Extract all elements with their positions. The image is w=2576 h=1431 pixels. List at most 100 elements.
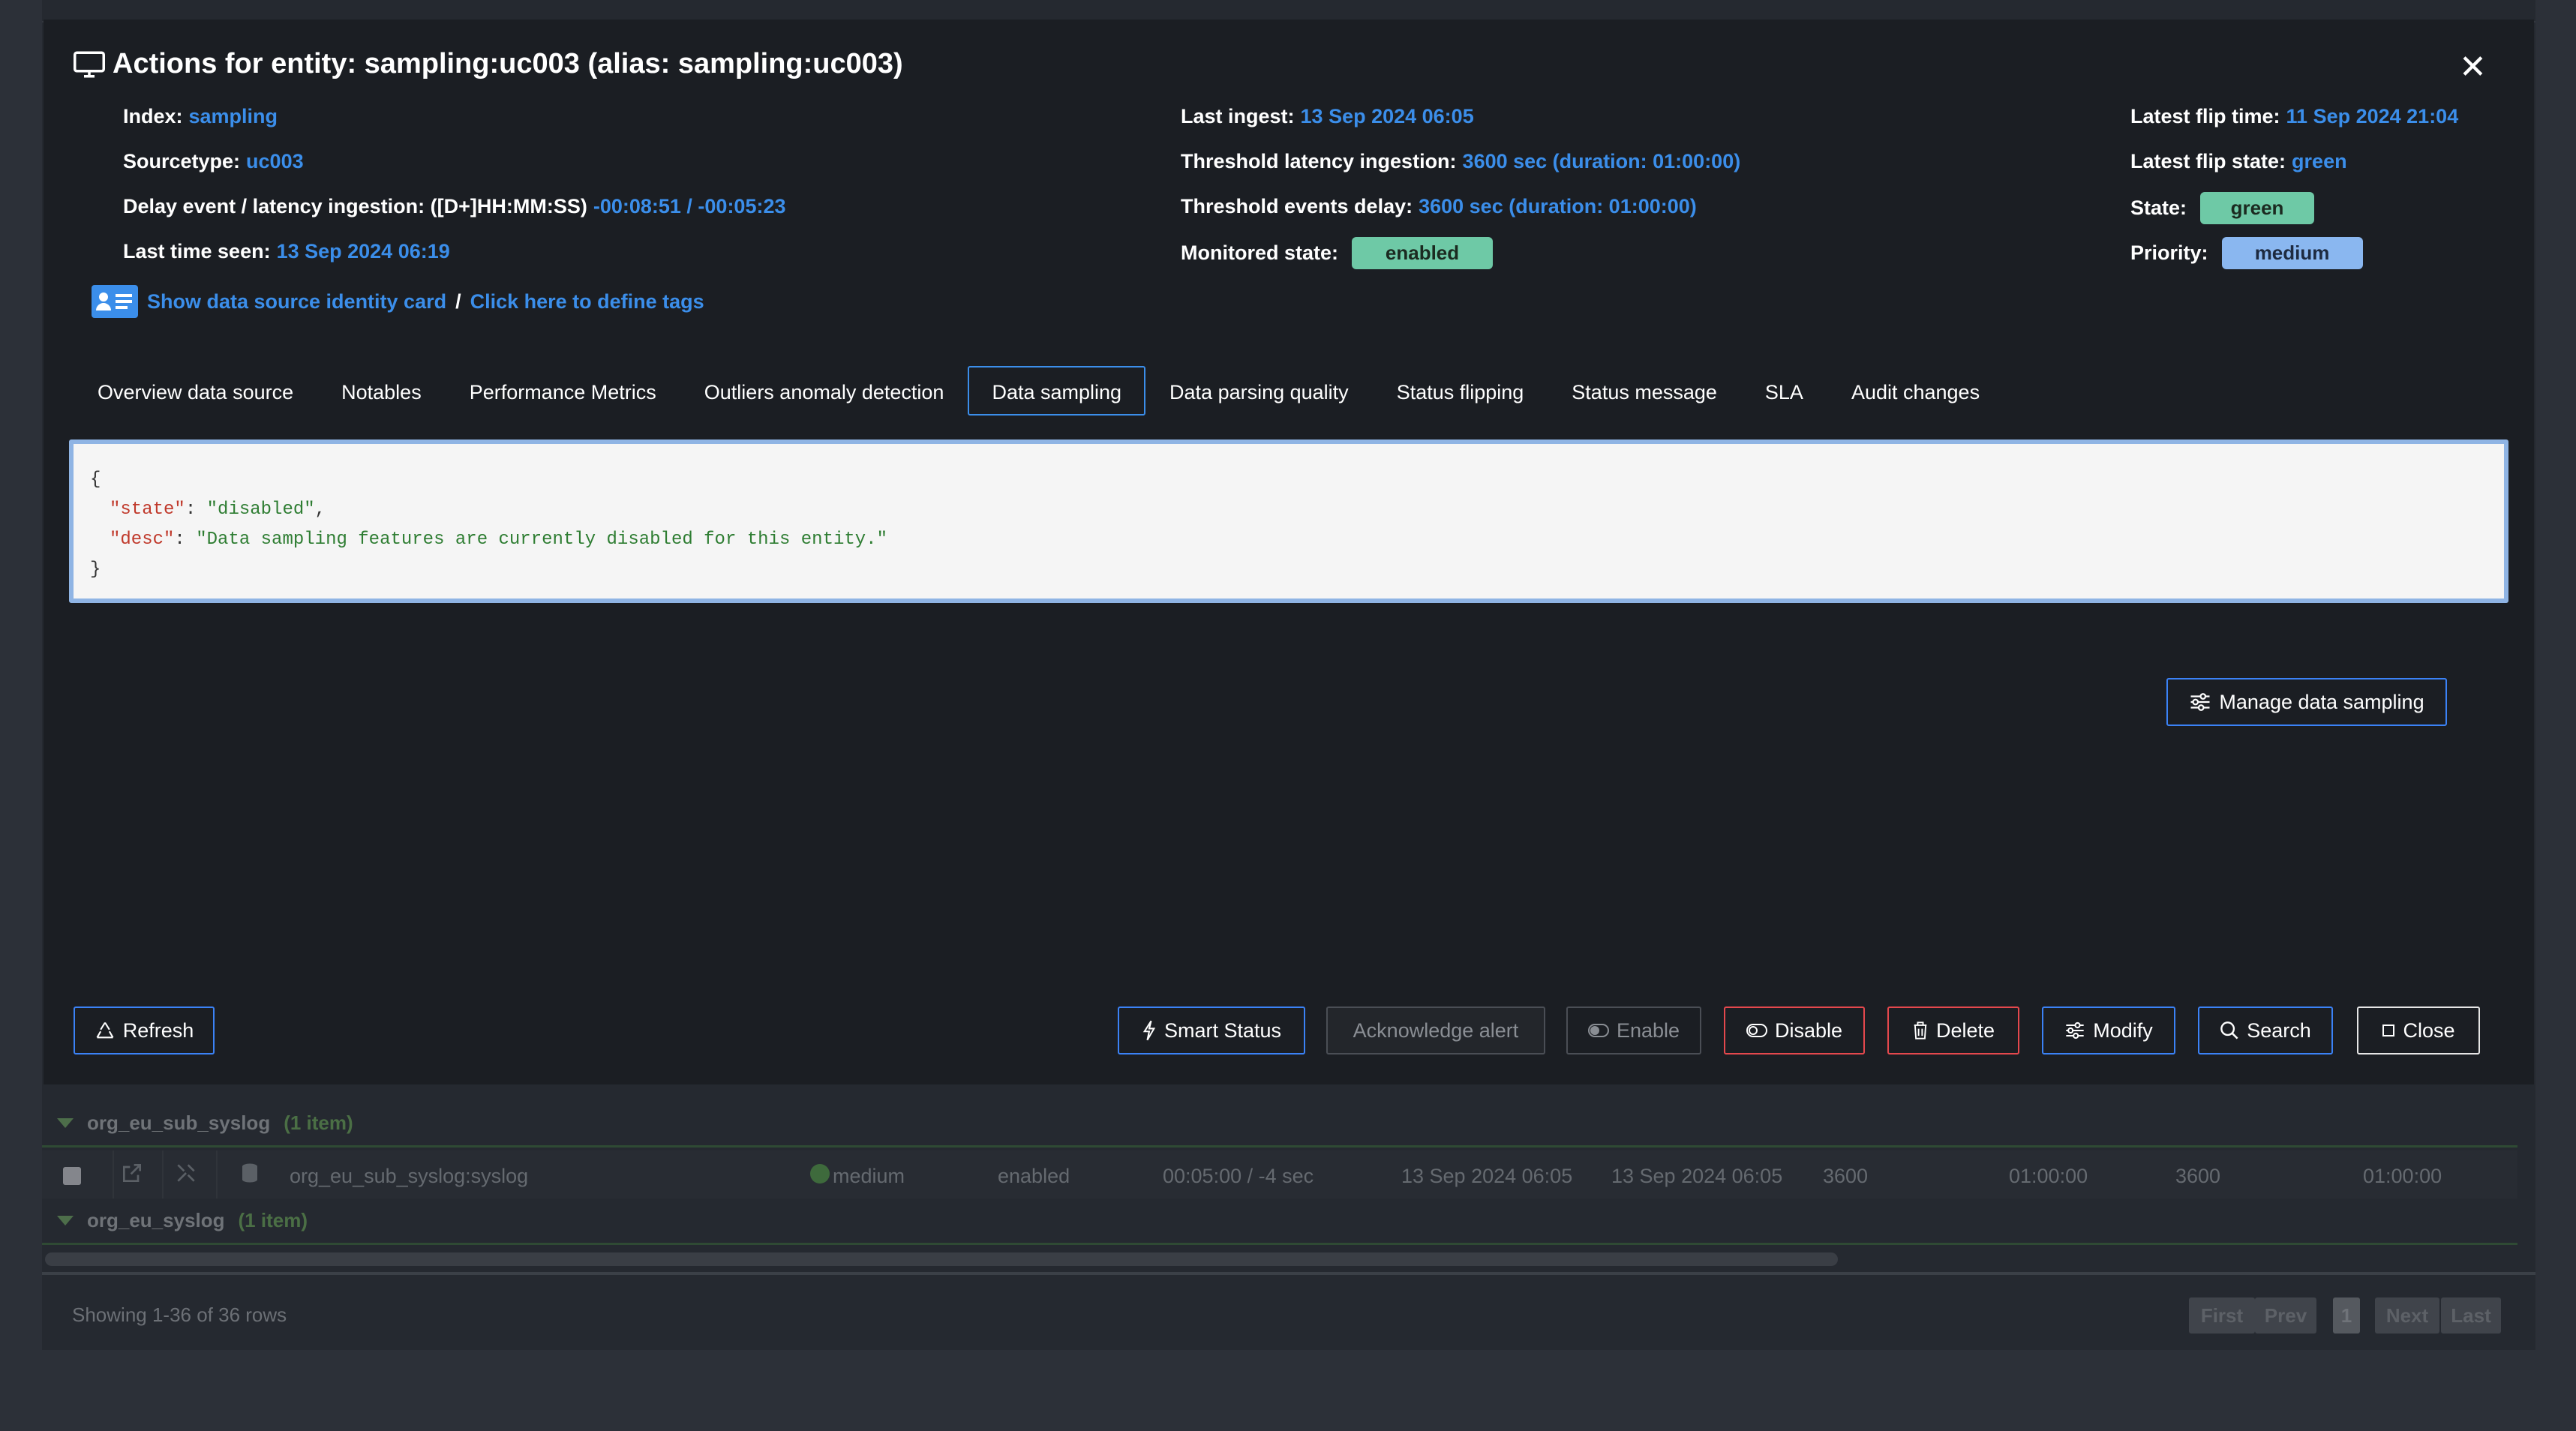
define-tags-link[interactable]: Click here to define tags [470, 290, 704, 314]
info-index: Index: sampling [123, 105, 278, 128]
info-label: Threshold events delay: [1181, 195, 1413, 218]
json-open-brace: { [90, 470, 101, 490]
pager-last[interactable]: Last [2441, 1298, 2501, 1334]
tab-outliers-anomaly-detection[interactable]: Outliers anomaly detection [680, 366, 968, 416]
column-divider [113, 1150, 114, 1198]
pager-prev[interactable]: Prev [2255, 1298, 2316, 1334]
row-duration: 01:00:00 [2363, 1165, 2442, 1187]
square-icon [2382, 1024, 2395, 1036]
sourcetype-value: uc003 [246, 150, 304, 172]
tab-performance-metrics[interactable]: Performance Metrics [446, 366, 680, 416]
info-label: State: [2130, 196, 2187, 219]
row-delay: 00:05:00 / -4 sec [1163, 1165, 1314, 1187]
modal-title: Actions for entity: sampling:uc003 (alia… [74, 48, 903, 80]
column-divider [216, 1150, 218, 1198]
tab-audit-changes[interactable]: Audit changes [1827, 366, 2004, 416]
modify-label: Modify [2093, 1018, 2153, 1042]
info-state: State: green [2130, 192, 2315, 224]
group-header-org-eu-sub-syslog[interactable]: org_eu_sub_syslog (1 item) [42, 1101, 2517, 1148]
state-badge: green [2200, 192, 2315, 224]
json-close-brace: } [90, 560, 101, 580]
info-label: Last ingest: [1181, 105, 1295, 128]
tab-data-parsing-quality[interactable]: Data parsing quality [1145, 366, 1373, 416]
manage-data-sampling-button[interactable]: Manage data sampling [2166, 678, 2447, 726]
tab-status-message[interactable]: Status message [1548, 366, 1741, 416]
group-name: org_eu_syslog [87, 1209, 225, 1232]
close-icon[interactable]: ✕ [2459, 51, 2487, 84]
pager-next[interactable]: Next [2375, 1298, 2439, 1334]
smart-status-button[interactable]: Smart Status [1118, 1006, 1305, 1054]
group-name: org_eu_sub_syslog [87, 1112, 271, 1134]
identity-card-link[interactable]: Show data source identity card [147, 290, 446, 314]
info-last-ingest: Last ingest: 13 Sep 2024 06:05 [1181, 105, 1474, 128]
pager-page[interactable]: 1 [2333, 1298, 2360, 1334]
json-output: { "state": "disabled", "desc": "Data sam… [69, 440, 2508, 603]
json-key: "desc" [110, 530, 175, 550]
external-link-icon[interactable] [120, 1161, 144, 1185]
tab-overview-data-source[interactable]: Overview data source [74, 366, 317, 416]
info-label: Sourcetype: [123, 150, 241, 172]
flip-time-value: 11 Sep 2024 21:04 [2286, 105, 2459, 128]
tab-data-sampling[interactable]: Data sampling [968, 366, 1146, 416]
rows-summary: Showing 1-36 of 36 rows [72, 1304, 287, 1326]
info-label: Last time seen: [123, 240, 271, 262]
tools-icon[interactable] [174, 1161, 198, 1185]
search-button[interactable]: Search [2198, 1006, 2333, 1054]
row-threshold: 3600 [2175, 1165, 2221, 1187]
table-row[interactable]: org_eu_sub_syslog:syslog medium enabled … [42, 1150, 2517, 1198]
modify-button[interactable]: Modify [2042, 1006, 2175, 1054]
manage-data-sampling-label: Manage data sampling [2219, 690, 2424, 713]
disable-button[interactable]: Disable [1724, 1006, 1865, 1054]
caret-down-icon [57, 1216, 74, 1226]
group-count: (1 item) [284, 1112, 353, 1134]
sliders-icon [2066, 1022, 2084, 1040]
info-label: Threshold latency ingestion: [1181, 150, 1457, 172]
caret-down-icon [57, 1118, 74, 1128]
flip-state-value: green [2292, 150, 2347, 172]
sliders-icon [2190, 693, 2210, 711]
info-last-seen: Last time seen: 13 Sep 2024 06:19 [123, 240, 450, 263]
pager-first[interactable]: First [2189, 1298, 2255, 1334]
horizontal-scrollbar[interactable] [45, 1252, 1838, 1266]
status-dot [810, 1164, 830, 1184]
id-card-icon[interactable] [92, 285, 138, 318]
tab-status-flipping[interactable]: Status flipping [1373, 366, 1548, 416]
refresh-button[interactable]: Refresh [74, 1006, 215, 1054]
group-header-org-eu-syslog[interactable]: org_eu_syslog (1 item) [42, 1198, 2517, 1245]
info-label: Delay event / latency ingestion: ([D+]HH… [123, 195, 587, 218]
smart-status-label: Smart Status [1163, 1018, 1282, 1042]
monitored-state-badge[interactable]: enabled [1352, 237, 1494, 269]
enable-button[interactable]: Enable [1566, 1006, 1701, 1054]
column-divider [162, 1150, 164, 1198]
info-priority: Priority: medium [2130, 237, 2363, 269]
group-count: (1 item) [238, 1209, 308, 1232]
index-value: sampling [188, 105, 278, 128]
acknowledge-alert-button[interactable]: Acknowledge alert [1326, 1006, 1545, 1054]
row-checkbox[interactable] [63, 1167, 81, 1185]
lightning-icon [1142, 1020, 1156, 1041]
row-duration: 01:00:00 [2009, 1165, 2088, 1187]
background-divider [42, 1272, 2535, 1275]
priority-badge[interactable]: medium [2221, 237, 2363, 269]
info-monitored-state: Monitored state: enabled [1181, 237, 1494, 269]
row-threshold: 3600 [1823, 1165, 1869, 1187]
row-priority: medium [833, 1165, 905, 1187]
info-label: Latest flip state: [2130, 150, 2286, 172]
search-icon [2220, 1022, 2238, 1040]
tab-sla[interactable]: SLA [1741, 366, 1827, 416]
tab-notables[interactable]: Notables [317, 366, 446, 416]
threshold-latency-value[interactable]: 3600 sec (duration: 01:00:00) [1463, 150, 1741, 173]
threshold-delay-value[interactable]: 3600 sec (duration: 01:00:00) [1419, 195, 1697, 218]
last-seen-value: 13 Sep 2024 06:19 [276, 240, 450, 262]
close-button[interactable]: Close [2357, 1006, 2480, 1054]
modal-tabs: Overview data source Notables Performanc… [74, 366, 2004, 416]
delay-value: -00:08:51 / -00:05:23 [593, 195, 786, 218]
search-label: Search [2247, 1018, 2311, 1042]
monitor-icon [74, 51, 105, 77]
modal-title-text: Actions for entity: sampling:uc003 (alia… [113, 48, 903, 80]
delete-button[interactable]: Delete [1887, 1006, 2019, 1054]
row-last-time: 13 Sep 2024 06:05 [1401, 1165, 1573, 1187]
info-threshold-delay: Threshold events delay: 3600 sec (durati… [1181, 195, 1697, 218]
row-last-ingest: 13 Sep 2024 06:05 [1611, 1165, 1783, 1187]
links-separator: / [455, 290, 461, 313]
